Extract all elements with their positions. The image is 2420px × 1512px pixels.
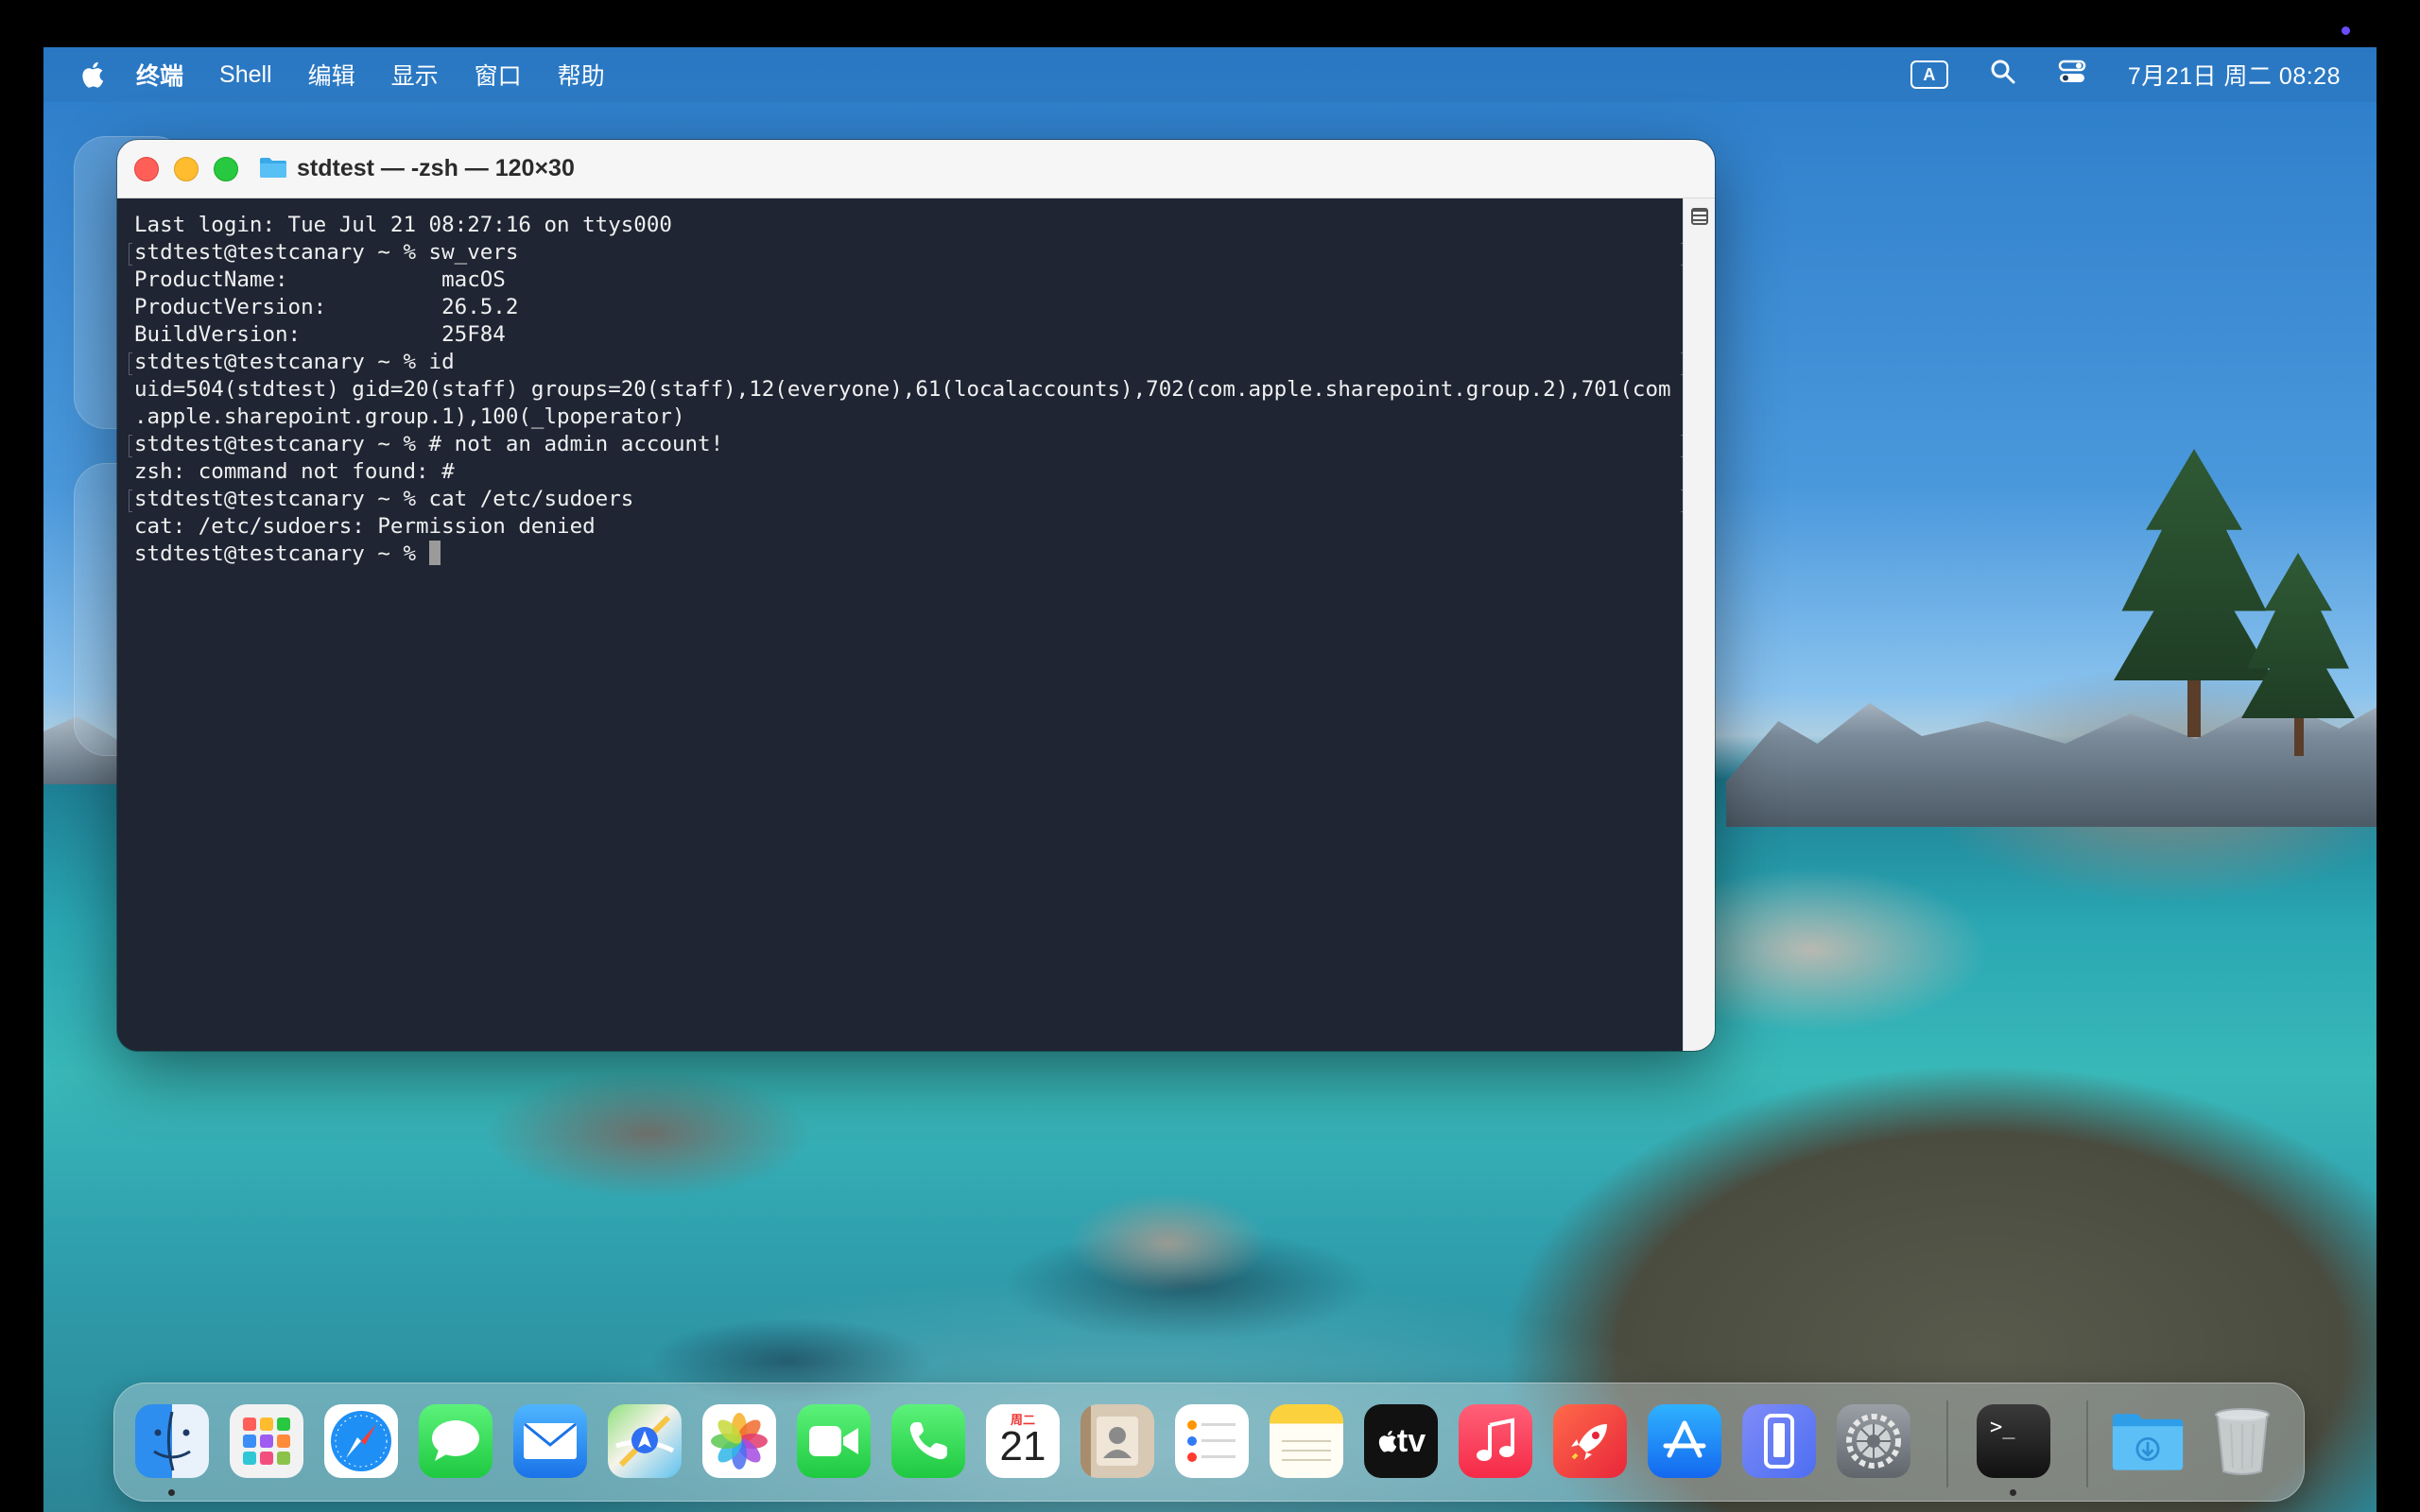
phone-icon[interactable] [891, 1404, 965, 1478]
messages-icon[interactable] [419, 1404, 493, 1478]
menu-window[interactable]: 窗口 [475, 58, 522, 92]
dock-separator [2086, 1400, 2088, 1487]
tv-label: tv [1396, 1422, 1426, 1459]
terminal-line: stdtest@testcanary ~ % cat /etc/sudoers [129, 486, 1685, 513]
terminal-line: ProductName: macOS [134, 267, 506, 292]
menu-clock[interactable]: 7月21日 周二 08:28 [2128, 58, 2341, 92]
dock-separator [1946, 1400, 1948, 1487]
trash-icon[interactable] [2205, 1404, 2279, 1478]
iphone-mirroring-icon[interactable] [1742, 1404, 1816, 1478]
calendar-date: 21 [999, 1423, 1046, 1469]
photos-icon[interactable] [702, 1404, 776, 1478]
terminal-line: stdtest@testcanary ~ % id [129, 349, 1685, 376]
menu-app-name[interactable]: 终端 [136, 58, 183, 92]
menu-bar: 终端 Shell 编辑 显示 窗口 帮助 A 7月21日 周二 08:28 [43, 47, 2377, 102]
menu-help[interactable]: 帮助 [558, 58, 605, 92]
text-cursor [428, 541, 441, 565]
window-title: stdtest — -zsh — 120×30 [297, 155, 575, 181]
app-store-icon[interactable] [1648, 1404, 1721, 1478]
control-center-icon[interactable] [2058, 59, 2086, 92]
running-indicator [2010, 1489, 2016, 1496]
music-icon[interactable] [1459, 1404, 1532, 1478]
terminal-line: uid=504(stdtest) gid=20(staff) groups=20… [134, 377, 1671, 402]
contacts-icon[interactable] [1080, 1404, 1154, 1478]
mail-icon[interactable] [513, 1404, 587, 1478]
terminal-line: stdtest@testcanary ~ % sw_vers [129, 239, 1685, 266]
terminal-input-line[interactable]: stdtest@testcanary ~ % [134, 541, 1683, 568]
recording-indicator [2342, 26, 2350, 35]
marks-menu-icon[interactable] [1691, 208, 1708, 225]
terminal-line: .apple.sharepoint.group.1),100(_lpoperat… [134, 404, 685, 429]
reminders-icon[interactable] [1175, 1404, 1249, 1478]
system-settings-icon[interactable] [1837, 1404, 1910, 1478]
apple-menu-icon[interactable] [79, 60, 104, 89]
minimize-window-button[interactable] [174, 156, 199, 181]
terminal-line: BuildVersion: 25F84 [134, 322, 506, 347]
terminal-glyph: >_ [1990, 1416, 2015, 1439]
finder-icon[interactable] [135, 1404, 209, 1478]
close-window-button[interactable] [134, 156, 159, 181]
terminal-line: zsh: command not found: # [134, 459, 455, 484]
calendar-icon[interactable]: 周二 21 [986, 1404, 1060, 1478]
terminal-line: Last login: Tue Jul 21 08:27:16 on ttys0… [134, 213, 672, 237]
dock: 周二 21 tv >_ [113, 1383, 2305, 1502]
input-source-icon[interactable]: A [1910, 60, 1948, 89]
downloads-icon[interactable] [2111, 1404, 2185, 1478]
menu-view[interactable]: 显示 [391, 58, 439, 92]
rocket-icon[interactable] [1553, 1404, 1627, 1478]
terminal-line: ProductVersion: 26.5.2 [134, 295, 519, 319]
wallpaper-tree-2 [2241, 553, 2355, 718]
zoom-window-button[interactable] [214, 156, 238, 181]
tv-icon[interactable]: tv [1364, 1404, 1438, 1478]
window-titlebar[interactable]: stdtest — -zsh — 120×30 [117, 140, 1715, 198]
safari-icon[interactable] [324, 1404, 398, 1478]
terminal-window[interactable]: stdtest — -zsh — 120×30 Last login: Tue … [117, 140, 1715, 1051]
maps-icon[interactable] [608, 1404, 682, 1478]
terminal-scrollbar[interactable] [1683, 198, 1715, 1051]
menu-shell[interactable]: Shell [219, 61, 272, 89]
terminal-prompt: stdtest@testcanary ~ % [134, 541, 429, 566]
terminal-output[interactable]: Last login: Tue Jul 21 08:27:16 on ttys0… [117, 198, 1685, 1051]
terminal-line: stdtest@testcanary ~ % # not an admin ac… [129, 431, 1685, 458]
terminal-icon[interactable]: >_ [1977, 1404, 2050, 1478]
spotlight-search-icon[interactable] [1990, 59, 2016, 92]
launchpad-icon[interactable] [230, 1404, 303, 1478]
running-indicator [168, 1489, 175, 1496]
menu-edit[interactable]: 编辑 [308, 58, 355, 92]
notes-icon[interactable] [1270, 1404, 1343, 1478]
terminal-line: cat: /etc/sudoers: Permission denied [134, 514, 596, 539]
facetime-icon[interactable] [797, 1404, 871, 1478]
folder-icon [259, 156, 287, 182]
wallpaper-tree [2114, 449, 2274, 680]
